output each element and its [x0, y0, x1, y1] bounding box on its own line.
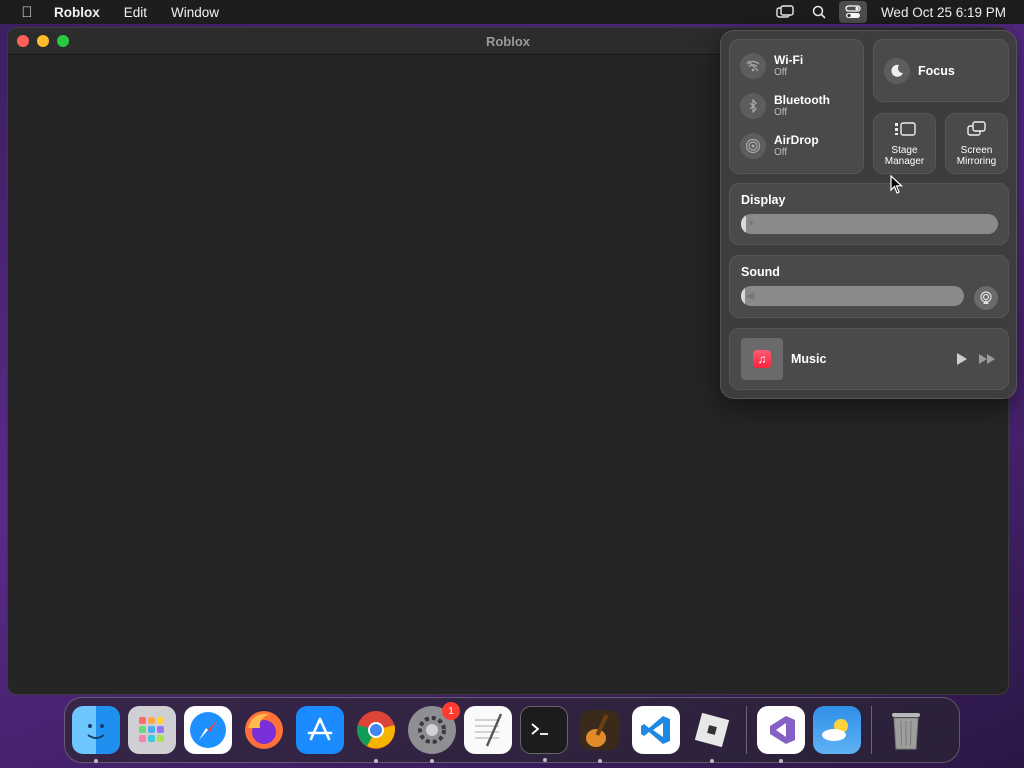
screen-mirroring-icon [966, 121, 986, 136]
weather-icon[interactable] [813, 706, 861, 754]
focus-tile[interactable]: Focus [873, 39, 1009, 102]
chrome-icon[interactable] [352, 706, 400, 763]
music-app-icon: ♫ [753, 350, 771, 368]
airdrop-label: AirDrop [774, 133, 819, 147]
screen-mirroring-tile[interactable]: Screen Mirroring [945, 113, 1008, 174]
moon-icon [884, 57, 910, 84]
music-label: Music [791, 352, 827, 366]
finder-running-dot [94, 759, 98, 763]
screen-mirroring-label-1: Screen [960, 145, 993, 156]
screen-mirroring-status-icon[interactable] [771, 1, 799, 23]
menu-edit[interactable]: Edit [112, 5, 159, 20]
safari-icon[interactable] [184, 706, 232, 754]
airdrop-icon [740, 133, 766, 159]
airplay-icon [980, 291, 992, 304]
now-playing-tile[interactable]: ♫ Music [729, 328, 1009, 390]
system-settings-icon[interactable]: 1 [408, 702, 460, 763]
terminal-running-dot [543, 758, 547, 762]
chrome-running-dot [374, 759, 378, 763]
speaker-icon: ◀ [746, 290, 755, 302]
control-center-panel: Wi-Fi Off Bluetooth Off AirDrop Off Focu… [720, 30, 1017, 399]
vscode-icon[interactable] [632, 706, 680, 754]
airdrop-status: Off [774, 147, 788, 158]
menu-clock[interactable]: Wed Oct 25 6:19 PM [873, 5, 1024, 20]
menu-window[interactable]: Window [159, 5, 231, 20]
sound-tile: Sound ◀ [729, 255, 1009, 318]
status-area: Wed Oct 25 6:19 PM [771, 0, 1024, 24]
airdrop-toggle[interactable]: AirDrop Off [740, 126, 863, 166]
bluetooth-label: Bluetooth [774, 93, 830, 107]
wifi-off-icon [740, 53, 766, 79]
visual-studio-running-dot [779, 759, 783, 763]
fast-forward-icon[interactable] [978, 353, 996, 365]
garageband-running-dot [598, 759, 602, 763]
airplay-audio-button[interactable] [974, 286, 998, 310]
firefox-icon[interactable] [240, 706, 288, 754]
garageband-icon[interactable] [576, 706, 624, 763]
volume-fill [741, 286, 746, 306]
focus-label: Focus [918, 63, 955, 78]
wifi-status: Off [774, 67, 788, 78]
bluetooth-toggle[interactable]: Bluetooth Off [740, 86, 863, 126]
settings-running-dot [430, 759, 434, 763]
textedit-icon[interactable] [464, 706, 512, 754]
mouse-cursor [890, 175, 904, 194]
dock-separator-trash [871, 706, 872, 754]
control-center-icon[interactable] [838, 1, 867, 23]
roblox-running-dot [710, 759, 714, 763]
settings-badge: 1 [442, 702, 460, 720]
playback-controls [956, 352, 1008, 366]
display-tile: Display ☀ [729, 183, 1009, 245]
menu-bar:  Roblox Edit Window Wed Oct 25 6:19 PM [0, 0, 1024, 24]
stage-manager-tile[interactable]: Stage Manager [873, 113, 936, 174]
album-art: ♫ [741, 338, 783, 380]
stage-manager-icon [894, 122, 916, 136]
launchpad-icon[interactable] [128, 706, 176, 754]
sound-label: Sound [741, 265, 780, 279]
terminal-icon[interactable] [520, 706, 568, 762]
spotlight-search-icon[interactable] [805, 1, 833, 23]
connectivity-tile: Wi-Fi Off Bluetooth Off AirDrop Off [729, 39, 864, 174]
menu-app-name[interactable]: Roblox [54, 5, 112, 20]
trash-icon[interactable] [882, 706, 930, 754]
sun-icon: ☀ [746, 218, 756, 230]
bluetooth-icon [740, 93, 766, 119]
finder-icon[interactable] [72, 706, 120, 763]
app-store-icon[interactable] [296, 706, 344, 754]
visual-studio-icon[interactable] [757, 706, 805, 763]
roblox-icon[interactable] [688, 706, 736, 763]
bluetooth-status: Off [774, 107, 788, 118]
stage-manager-label-1: Stage [891, 145, 918, 156]
volume-slider[interactable]: ◀ [741, 286, 964, 306]
wifi-toggle[interactable]: Wi-Fi Off [740, 46, 863, 86]
stage-manager-label-2: Manager [884, 156, 925, 167]
display-label: Display [741, 193, 786, 207]
screen-mirroring-label-2: Mirroring [956, 156, 997, 167]
dock: 1 [64, 697, 960, 763]
wifi-label: Wi-Fi [774, 53, 804, 67]
brightness-slider[interactable]: ☀ [741, 214, 998, 234]
dock-separator [746, 706, 747, 754]
apple-icon[interactable]:  [0, 4, 54, 21]
play-icon[interactable] [956, 352, 968, 366]
